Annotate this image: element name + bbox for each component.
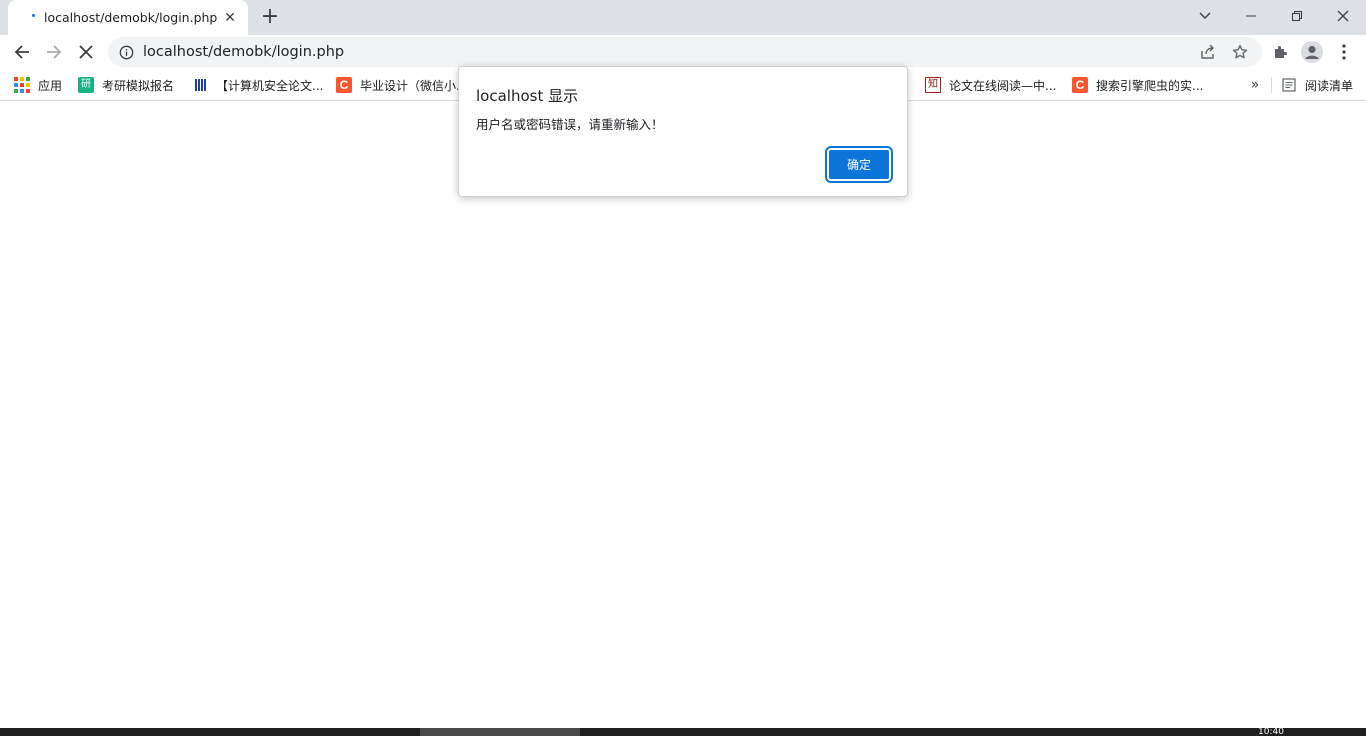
tab-search-chevron-down-icon[interactable] <box>1182 0 1228 32</box>
alert-dialog: localhost 显示 用户名或密码错误，请重新输入！ 确定 <box>458 66 908 197</box>
tab-active[interactable]: localhost/demobk/login.php ✕ <box>8 0 248 35</box>
profile-avatar-icon[interactable] <box>1298 38 1326 66</box>
browser-toolbar: localhost/demobk/login.php <box>0 35 1366 69</box>
csdn-icon: C <box>336 77 352 93</box>
bookmark-label: 论文在线阅读—中... <box>949 78 1057 93</box>
bookmark-label: 应用 <box>38 78 63 93</box>
csdn-icon: C <box>1072 77 1088 93</box>
restore-window-icon[interactable] <box>1274 0 1320 32</box>
tab-close-icon[interactable]: ✕ <box>222 10 238 26</box>
tab-title: localhost/demobk/login.php <box>44 10 218 25</box>
reading-list-icon <box>1281 77 1297 93</box>
yan-icon: 研 <box>78 77 94 93</box>
taskbar-clock[interactable]: 10:40 <box>1258 728 1284 736</box>
bookmark-apps[interactable]: 应用 <box>14 75 62 95</box>
library-bars-icon <box>192 77 208 93</box>
bookmark-graduation-design[interactable]: C 毕业设计（微信小... <box>336 75 467 95</box>
dialog-ok-button[interactable]: 确定 <box>825 146 893 183</box>
bookmark-security-paper[interactable]: 【计算机安全论文... <box>192 75 323 95</box>
bookmark-star-icon[interactable] <box>1228 40 1252 64</box>
apps-grid-icon <box>14 77 30 93</box>
forward-arrow-icon[interactable] <box>40 38 68 66</box>
taskbar-active-window[interactable] <box>420 728 580 736</box>
share-icon[interactable] <box>1196 40 1220 64</box>
reading-list-label: 阅读清单 <box>1305 78 1354 93</box>
close-window-icon[interactable] <box>1320 0 1366 32</box>
bookmark-label: 【计算机安全论文... <box>216 78 324 93</box>
zhi-icon: 知 <box>925 77 941 93</box>
bookmarks-divider <box>1271 77 1272 93</box>
dialog-title: localhost 显示 <box>476 87 579 105</box>
bookmark-search-crawler[interactable]: C 搜索引擎爬虫的实... <box>1072 75 1203 95</box>
back-arrow-icon[interactable] <box>8 38 36 66</box>
bookmark-label: 毕业设计（微信小... <box>360 78 468 93</box>
new-tab-button[interactable]: + <box>258 5 282 29</box>
bookmark-label: 搜索引擎爬虫的实... <box>1096 78 1204 93</box>
url-text[interactable]: localhost/demobk/login.php <box>143 44 344 60</box>
tab-strip: localhost/demobk/login.php ✕ + <box>0 0 1366 35</box>
loading-spinner-icon <box>22 10 38 26</box>
address-bar[interactable]: localhost/demobk/login.php <box>108 37 1262 67</box>
reading-list-button[interactable]: 阅读清单 <box>1281 75 1353 95</box>
os-taskbar: 10:40 <box>0 728 1366 736</box>
bookmarks-overflow-chevron-icon[interactable]: » <box>1246 75 1264 95</box>
site-info-icon[interactable] <box>118 44 134 60</box>
dialog-message: 用户名或密码错误，请重新输入！ <box>476 117 664 132</box>
extensions-puzzle-icon[interactable] <box>1266 38 1294 66</box>
bookmark-kaoyan[interactable]: 研 考研模拟报名 <box>78 75 174 95</box>
browser-menu-kebab-icon[interactable] <box>1330 38 1358 66</box>
stop-loading-icon[interactable] <box>72 38 100 66</box>
bookmark-paper-reading[interactable]: 知 论文在线阅读—中... <box>925 75 1056 95</box>
minimize-window-icon[interactable] <box>1228 0 1274 32</box>
bookmark-label: 考研模拟报名 <box>102 78 175 93</box>
